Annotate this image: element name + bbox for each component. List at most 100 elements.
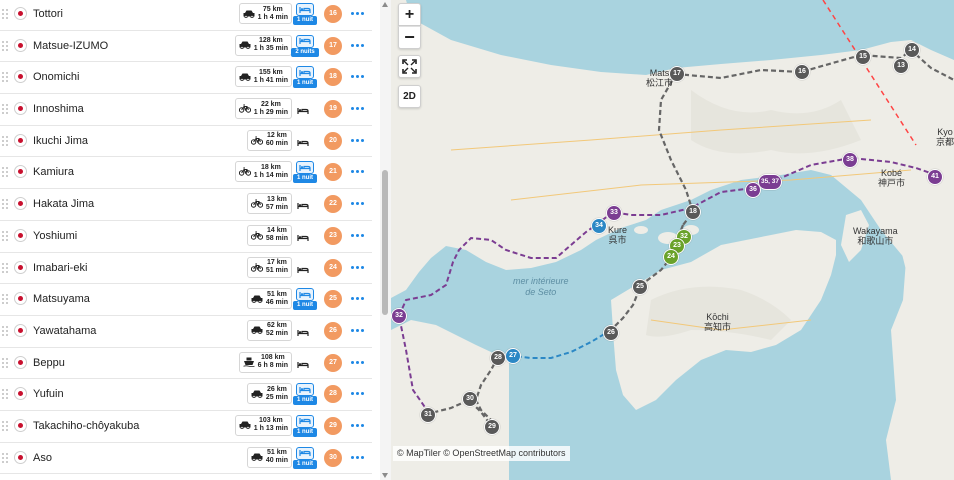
scroll-down-arrow-icon[interactable]	[382, 473, 388, 478]
more-options-icon[interactable]	[351, 360, 365, 365]
overnight-badge[interactable]: 1 nuit	[293, 161, 317, 184]
itinerary-row[interactable]: Matsuyama 51 km 46 min 1 nuit 25	[0, 284, 372, 316]
transport-segment[interactable]: 18 km 1 h 14 min	[234, 161, 292, 183]
stop-number-badge[interactable]: 24	[324, 258, 342, 277]
map-stop-marker[interactable]: 15	[855, 49, 871, 65]
transport-segment[interactable]: 13 km 57 min	[246, 193, 292, 215]
overnight-badge[interactable]: 2 nuits	[291, 34, 319, 57]
transport-segment[interactable]: 128 km 1 h 35 min	[234, 34, 292, 56]
itinerary-row[interactable]: Innoshima 22 km 1 h 29 min 19	[0, 94, 372, 126]
stop-name[interactable]: Beppu	[33, 357, 65, 369]
overnight-badge[interactable]: 1 nuit	[293, 414, 317, 437]
drag-handle-icon[interactable]	[2, 40, 10, 51]
drag-handle-icon[interactable]	[2, 262, 10, 273]
more-options-icon[interactable]	[351, 43, 365, 48]
map-stop-marker[interactable]: 24	[663, 249, 679, 265]
stop-number-badge[interactable]: 22	[324, 195, 342, 214]
stop-name[interactable]: Onomichi	[33, 71, 79, 83]
overnight-toggle[interactable]	[293, 257, 317, 279]
map-stop-marker[interactable]: 32	[391, 308, 407, 324]
map-stop-marker[interactable]: 17	[669, 66, 685, 82]
transport-segment[interactable]: 22 km 1 h 29 min	[234, 98, 292, 120]
more-options-icon[interactable]	[351, 75, 365, 79]
transport-segment[interactable]: 62 km 52 min	[246, 319, 292, 341]
itinerary-row[interactable]: Ikuchi Jima 12 km 60 min 20	[0, 126, 372, 158]
map-stop-marker[interactable]: 18	[685, 204, 701, 220]
stop-number-badge[interactable]: 30	[324, 448, 342, 467]
stop-number-badge[interactable]: 28	[324, 385, 342, 404]
drag-handle-icon[interactable]	[2, 389, 10, 400]
route-map[interactable]: Mats 松江市 Kure 呉市 Kobé 神戸市 Wakayama 和歌山市 Kōch…	[391, 0, 954, 480]
overnight-badge[interactable]: 1 nuit	[293, 383, 317, 406]
map-stop-marker[interactable]: 29	[484, 419, 500, 435]
itinerary-row[interactable]: Beppu 108 km 6 h 8 min 27	[0, 348, 372, 380]
map-stop-marker[interactable]: 34	[591, 218, 607, 234]
stop-number-badge[interactable]: 19	[324, 100, 342, 119]
map-2d-toggle-button[interactable]: 2D	[398, 85, 421, 108]
overnight-badge[interactable]: 1 nuit	[293, 288, 317, 311]
drag-handle-icon[interactable]	[2, 72, 10, 83]
drag-handle-icon[interactable]	[2, 325, 10, 336]
drag-handle-icon[interactable]	[2, 167, 10, 178]
stop-name[interactable]: Yoshiumi	[33, 230, 77, 242]
stop-name[interactable]: Yawatahama	[33, 325, 96, 337]
drag-handle-icon[interactable]	[2, 420, 10, 431]
more-options-icon[interactable]	[351, 392, 365, 396]
stop-number-badge[interactable]: 21	[324, 163, 342, 182]
map-stop-marker[interactable]: 41	[927, 169, 943, 185]
itinerary-row[interactable]: Yoshiumi 14 km 58 min 23	[0, 221, 372, 253]
drag-handle-icon[interactable]	[2, 199, 10, 210]
stop-number-badge[interactable]: 29	[324, 416, 342, 435]
stop-name[interactable]: Yufuin	[33, 388, 64, 400]
stop-number-badge[interactable]: 17	[324, 36, 342, 55]
stop-number-badge[interactable]: 25	[324, 290, 342, 309]
transport-segment[interactable]: 51 km 46 min	[246, 288, 292, 310]
more-options-icon[interactable]	[351, 107, 365, 111]
itinerary-row[interactable]: Hakata Jima 13 km 57 min 22	[0, 189, 372, 221]
transport-segment[interactable]: 108 km 6 h 8 min	[238, 351, 292, 373]
drag-handle-icon[interactable]	[2, 104, 10, 115]
map-stop-marker[interactable]: 16	[794, 64, 810, 80]
more-options-icon[interactable]	[351, 233, 365, 238]
more-options-icon[interactable]	[351, 170, 365, 174]
map-attribution[interactable]: © MapTiler © OpenStreetMap contributors	[393, 446, 570, 461]
more-options-icon[interactable]	[351, 202, 365, 206]
map-stop-marker[interactable]: 13	[893, 58, 909, 74]
more-options-icon[interactable]	[351, 423, 365, 428]
overnight-toggle[interactable]	[293, 352, 317, 374]
map-stop-marker[interactable]: 14	[904, 42, 920, 58]
map-stop-marker[interactable]: 28	[490, 350, 506, 366]
zoom-in-button[interactable]: +	[398, 3, 421, 26]
overnight-badge[interactable]: 1 nuit	[293, 3, 317, 25]
overnight-toggle[interactable]	[293, 193, 317, 215]
more-options-icon[interactable]	[351, 455, 365, 460]
overnight-toggle[interactable]	[293, 98, 317, 120]
drag-handle-icon[interactable]	[2, 357, 10, 368]
itinerary-row[interactable]: Onomichi 155 km 1 h 41 min 1 nuit 18	[0, 62, 372, 95]
stop-name[interactable]: Tottori	[33, 8, 63, 20]
itinerary-row[interactable]: Imabari-eki 17 km 51 min 24	[0, 253, 372, 285]
transport-segment[interactable]: 12 km 60 min	[246, 129, 292, 151]
itinerary-row[interactable]: Yufuin 26 km 25 min 1 nuit 28	[0, 379, 372, 411]
drag-handle-icon[interactable]	[2, 9, 10, 19]
more-options-icon[interactable]	[351, 12, 365, 16]
overnight-badge[interactable]: 1 nuit	[293, 446, 317, 469]
more-options-icon[interactable]	[351, 297, 365, 301]
stop-name[interactable]: Innoshima	[33, 103, 84, 115]
stop-number-badge[interactable]: 27	[324, 353, 342, 372]
stop-number-badge[interactable]: 20	[324, 131, 342, 150]
transport-segment[interactable]: 14 km 58 min	[246, 224, 292, 246]
itinerary-row[interactable]: Aso 51 km 40 min 1 nuit 30	[0, 443, 372, 475]
drag-handle-icon[interactable]	[2, 294, 10, 305]
transport-segment[interactable]: 51 km 40 min	[246, 446, 292, 468]
more-options-icon[interactable]	[351, 265, 365, 270]
map-stop-marker[interactable]: 35, 37	[758, 174, 782, 190]
transport-segment[interactable]: 103 km 1 h 13 min	[234, 414, 292, 436]
drag-handle-icon[interactable]	[2, 452, 10, 463]
stop-name[interactable]: Ikuchi Jima	[33, 135, 88, 147]
drag-handle-icon[interactable]	[2, 135, 10, 146]
map-stop-marker[interactable]: 30	[462, 391, 478, 407]
stop-name[interactable]: Imabari-eki	[33, 262, 87, 274]
fullscreen-button[interactable]	[398, 55, 421, 78]
transport-segment[interactable]: 75 km 1 h 4 min	[238, 3, 292, 24]
